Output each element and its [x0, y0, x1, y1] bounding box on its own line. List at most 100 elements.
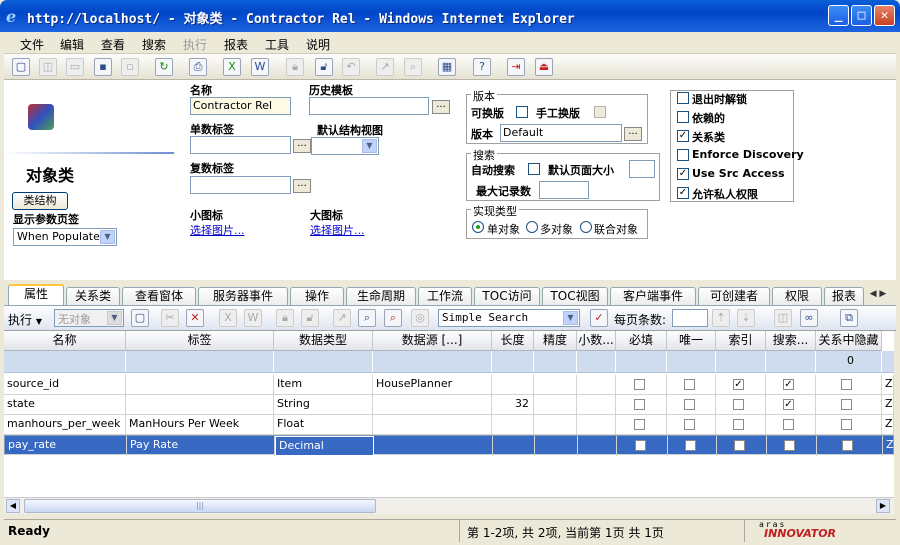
copy-icon[interactable]: ⧉	[840, 309, 858, 327]
tab-5[interactable]: 生命周期	[346, 287, 416, 305]
grid-checkbox[interactable]	[634, 399, 645, 410]
column-header-4[interactable]: 长度	[492, 331, 534, 351]
cell-overflow[interactable]: Z	[882, 415, 894, 435]
filter-cell[interactable]	[492, 351, 534, 372]
filter-cell[interactable]	[534, 351, 577, 372]
column-header-0[interactable]: 名称	[4, 331, 126, 351]
cell-length[interactable]: 32	[492, 395, 534, 415]
scroll-thumb[interactable]: |||	[24, 499, 376, 513]
large-icon-link[interactable]: 选择图片...	[310, 222, 365, 238]
tab-10[interactable]: 可创建者	[698, 287, 770, 305]
menu-edit[interactable]: 编辑	[60, 36, 84, 53]
grid-checkbox[interactable]	[733, 399, 744, 410]
help-icon[interactable]: ?	[473, 58, 491, 76]
name-input[interactable]: Contractor Rel	[190, 97, 291, 115]
menu-view[interactable]: 查看	[101, 36, 125, 53]
promote-icon[interactable]: ↗	[376, 58, 394, 76]
revision-input[interactable]: Default	[500, 124, 622, 142]
grid-checkbox[interactable]	[635, 440, 646, 451]
tab-9[interactable]: 客户端事件	[610, 287, 696, 305]
save-close-icon[interactable]: ▫	[121, 58, 139, 76]
link-icon[interactable]: ∞	[800, 309, 818, 327]
grid-excel-icon[interactable]: X	[219, 309, 237, 327]
delete-row-icon[interactable]: ✕	[186, 309, 204, 327]
page-size-input[interactable]	[672, 309, 708, 327]
column-header-2[interactable]: 数据类型	[274, 331, 373, 351]
grid-checkbox[interactable]	[784, 440, 795, 451]
impl-multi-radio[interactable]	[526, 221, 538, 233]
column-header-6[interactable]: 小数...	[577, 331, 616, 351]
grid-lock-icon[interactable]: 🔒︎	[276, 309, 294, 327]
tab-12[interactable]: 报表	[824, 287, 864, 305]
cell-source[interactable]	[374, 436, 493, 456]
cell-source[interactable]: HousePlanner	[373, 375, 492, 395]
show-params-select[interactable]: When Populated ▼	[13, 228, 117, 246]
undo-icon[interactable]: ↶	[342, 58, 360, 76]
column-header-10[interactable]: 搜索...	[766, 331, 816, 351]
tab-7[interactable]: TOC访问	[474, 287, 540, 305]
cell-empty[interactable]	[577, 395, 616, 415]
flag-checkbox-5[interactable]: ✓	[677, 187, 689, 199]
horizontal-scrollbar[interactable]: ◀ ||| ▶	[4, 497, 894, 514]
filter-cell[interactable]	[766, 351, 816, 372]
menu-tools[interactable]: 工具	[265, 36, 289, 53]
cell-overflow[interactable]: Z	[883, 436, 894, 456]
open-icon[interactable]: ▭	[66, 58, 84, 76]
column-header-11[interactable]: 关系中隐藏	[816, 331, 882, 351]
filter-cell[interactable]	[373, 351, 492, 372]
pick-icon[interactable]: ✂	[161, 309, 179, 327]
grid-checkbox[interactable]	[684, 379, 695, 390]
filter-cell[interactable]	[667, 351, 716, 372]
class-structure-button[interactable]: 类结构	[12, 192, 68, 210]
filter-cell[interactable]	[126, 351, 274, 372]
cell-empty[interactable]	[535, 436, 578, 456]
cell-name[interactable]: manhours_per_week	[4, 415, 126, 435]
prev-page-icon[interactable]: ⇡	[712, 309, 730, 327]
word-icon[interactable]: W	[251, 58, 269, 76]
grid-checkbox[interactable]	[685, 440, 696, 451]
cell-empty[interactable]	[534, 375, 577, 395]
next-page-icon[interactable]: ⇣	[737, 309, 755, 327]
cell-length[interactable]	[492, 375, 534, 395]
grid-promote-icon[interactable]: ↗	[333, 309, 351, 327]
singular-label-input[interactable]	[190, 136, 291, 154]
cell-source[interactable]	[373, 395, 492, 415]
clear-search-icon[interactable]: ⌕	[384, 309, 402, 327]
table-row[interactable]: pay_rate Pay Rate Decimal Z	[4, 435, 894, 456]
cell-empty[interactable]	[534, 415, 577, 435]
scroll-right-icon[interactable]: ▶	[876, 499, 890, 513]
grid-word-icon[interactable]: W	[244, 309, 262, 327]
filter-cell[interactable]	[577, 351, 616, 372]
filter-cell[interactable]	[616, 351, 667, 372]
max-records-input[interactable]	[539, 181, 589, 199]
table-row[interactable]: state String 32 ✓ Z	[4, 395, 894, 415]
grid-checkbox[interactable]: ✓	[783, 399, 794, 410]
logout-icon[interactable]: ⇥	[507, 58, 525, 76]
grid-checkbox[interactable]	[634, 419, 645, 430]
flag-checkbox-4[interactable]: ✓	[677, 168, 689, 180]
new-row-icon[interactable]: ▢	[131, 309, 149, 327]
revision-picker-button[interactable]: ...	[624, 127, 642, 141]
tab-scroll-icon[interactable]: ◀ ▶	[862, 287, 894, 303]
impl-federated-radio[interactable]	[580, 221, 592, 233]
grid-unlock-icon[interactable]: 🔓︎	[301, 309, 319, 327]
cell-type[interactable]: Item	[274, 375, 373, 395]
cell-empty[interactable]	[577, 375, 616, 395]
impl-single-radio[interactable]	[472, 221, 484, 233]
grid-search-icon[interactable]: ⌕	[358, 309, 376, 327]
tab-1[interactable]: 关系类	[66, 287, 120, 305]
grid-checkbox[interactable]	[684, 419, 695, 430]
filter-cell[interactable]	[716, 351, 766, 372]
view-icon[interactable]: ◫	[39, 58, 57, 76]
lock-icon[interactable]: 🔒︎	[286, 58, 304, 76]
manual-version-checkbox[interactable]	[594, 106, 606, 118]
minimize-button[interactable]: _	[828, 5, 849, 26]
column-header-7[interactable]: 必填	[616, 331, 667, 351]
filter-cell[interactable]	[274, 351, 373, 372]
menu-search[interactable]: 搜索	[142, 36, 166, 53]
grid-checkbox[interactable]: ✓	[733, 379, 744, 390]
grid-checkbox[interactable]	[841, 419, 852, 430]
grid-checkbox[interactable]	[634, 379, 645, 390]
menu-help[interactable]: 说明	[306, 36, 330, 53]
save-icon[interactable]: ▪	[94, 58, 112, 76]
